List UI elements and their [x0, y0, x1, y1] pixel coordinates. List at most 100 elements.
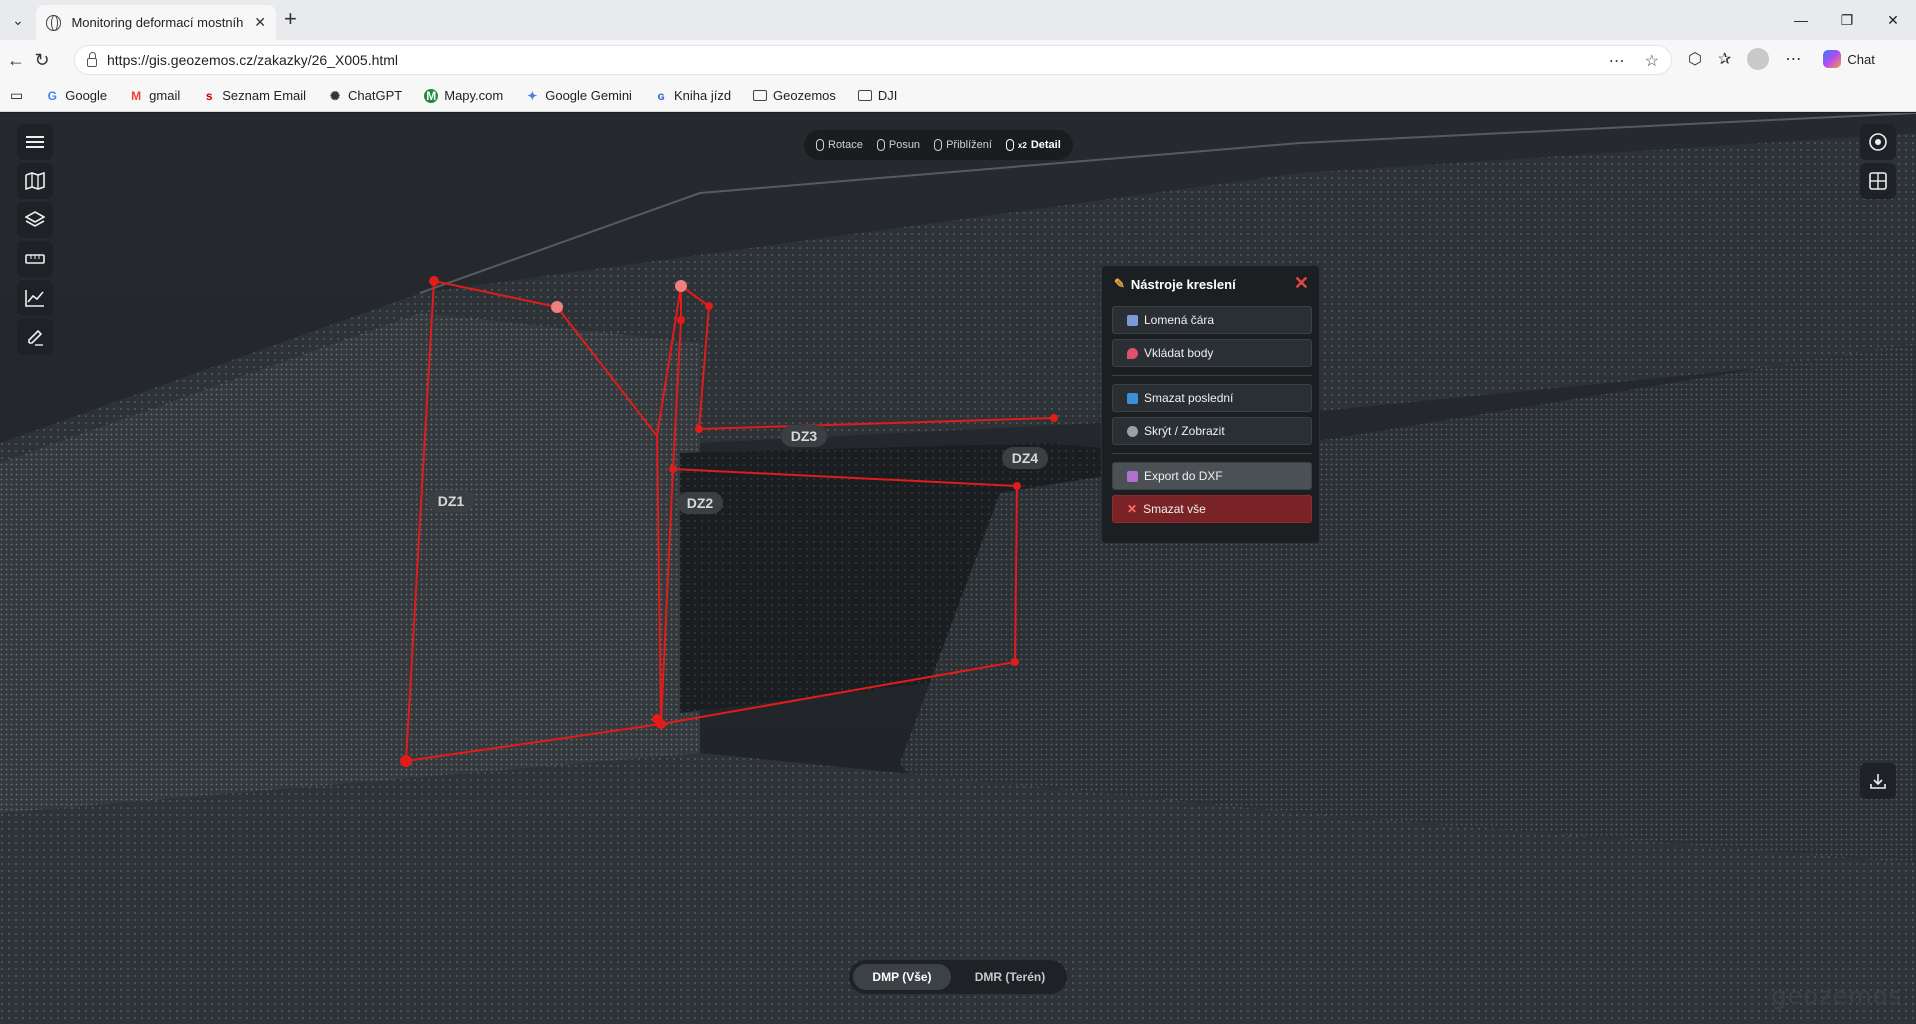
dmr-terrain-button[interactable]: DMR (Terén)	[957, 964, 1063, 990]
map-icon[interactable]	[17, 163, 53, 199]
chat-label: Chat	[1847, 51, 1875, 67]
zone-label-dz4: DZ4	[1012, 450, 1039, 466]
drawing-tools-panel: ✎ Nástroje kreslení ✕ Lomená čára Vkláda…	[1101, 265, 1320, 544]
vertex-point	[1011, 658, 1019, 666]
point-cloud-viewport[interactable]: DZ1 DZ2 DZ3 DZ4 Rotace Posun Přiblížení …	[0, 113, 1916, 1024]
window-controls: — ❐ ✕	[1778, 0, 1916, 40]
more-menu-icon[interactable]: ⋯	[1785, 49, 1801, 69]
vertex-point	[429, 276, 439, 286]
tab-close-icon[interactable]: ✕	[254, 14, 266, 31]
extensions-icon[interactable]: ⬡	[1688, 49, 1702, 69]
bookmark-label: ChatGPT	[348, 88, 403, 103]
mouse-icon	[816, 139, 824, 151]
close-window-icon[interactable]: ✕	[1870, 0, 1916, 40]
dmp-all-button[interactable]: DMP (Vše)	[853, 964, 951, 990]
bookmark-label: Kniha jízd	[673, 88, 732, 103]
bookmark-folder-geozemos[interactable]: Geozemos	[753, 88, 836, 103]
divider	[1112, 375, 1312, 376]
bookmark-label: Seznam Email	[222, 88, 307, 103]
download-icon[interactable]	[1860, 763, 1896, 799]
surface-model-toggle: DMP (Vše) DMR (Terén)	[849, 960, 1067, 994]
vertex-point	[551, 301, 563, 313]
reading-mode-icon[interactable]: ⋯	[1609, 51, 1625, 71]
add-points-button[interactable]: Vkládat body	[1112, 339, 1312, 367]
vertex-point	[656, 719, 666, 729]
layers-icon[interactable]	[17, 202, 53, 238]
undo-last-button[interactable]: Smazat poslední	[1112, 384, 1312, 412]
url-actions: ⋯ ☆	[1609, 51, 1659, 71]
bookmarks-toggle-icon[interactable]: ▭	[10, 87, 23, 104]
gemini-icon: ✦	[527, 88, 538, 103]
browser-tab-bar: ⌄ Monitoring deformací mostního o ✕ + — …	[0, 0, 1916, 40]
bookmark-label: Mapy.com	[444, 88, 504, 103]
back-arrow-icon[interactable]: ←	[4, 48, 28, 72]
close-icon[interactable]: ✕	[1294, 273, 1309, 294]
divider	[1112, 453, 1312, 454]
nav-mode-priblizeni[interactable]: Přiblížení	[934, 139, 992, 151]
undo-icon	[1127, 392, 1138, 404]
bookmark-chatgpt[interactable]: ✺ ChatGPT	[328, 88, 402, 103]
vertex-point	[1013, 482, 1021, 490]
locate-target-icon[interactable]	[1860, 124, 1896, 160]
lock-icon	[87, 51, 97, 67]
reload-icon[interactable]: ↻	[30, 48, 54, 72]
export-dxf-button[interactable]: Export do DXF	[1112, 462, 1312, 490]
mouse-icon	[934, 139, 943, 151]
folder-icon	[753, 90, 768, 101]
url-input[interactable]: https://gis.geozemos.cz/zakazky/26_X005.…	[74, 45, 1672, 75]
delete-all-button[interactable]: ✕ Smazat vše	[1112, 495, 1312, 523]
toggle-visibility-button[interactable]: Skrýt / Zobrazit	[1112, 417, 1312, 445]
folder-icon	[857, 90, 872, 101]
minimize-icon[interactable]: —	[1778, 0, 1824, 40]
polyline-button[interactable]: Lomená čára	[1112, 306, 1312, 334]
pin-icon	[1127, 347, 1138, 359]
pencil-icon: ✎	[1114, 276, 1125, 291]
vertex-point	[669, 465, 677, 473]
menu-hamburger-icon[interactable]	[17, 124, 53, 160]
chart-profile-icon[interactable]	[17, 280, 53, 316]
double-click-prefix: x2	[1017, 140, 1027, 150]
point-cloud-scene[interactable]: DZ1 DZ2 DZ3 DZ4	[0, 113, 1916, 1024]
grid-view-icon[interactable]	[1860, 163, 1896, 199]
browser-toolbar-right: ⬡ ✰ ⋯ Chat	[1688, 48, 1875, 70]
bookmark-google[interactable]: G Google	[45, 88, 108, 103]
vertex-point	[677, 316, 685, 324]
button-label: Lomená čára	[1144, 313, 1215, 327]
favorite-star-icon[interactable]: ☆	[1645, 51, 1659, 71]
zone-label-dz3: DZ3	[791, 428, 818, 444]
mouse-icon	[876, 139, 885, 151]
bookmark-label: Google	[65, 88, 108, 103]
zone-label-dz1: DZ1	[438, 493, 465, 509]
favorites-icon[interactable]: ✰	[1718, 49, 1731, 69]
bookmark-mapy[interactable]: M Mapy.com	[424, 88, 503, 103]
copilot-chat-button[interactable]: Chat	[1823, 50, 1875, 68]
copilot-icon	[1823, 50, 1842, 68]
button-label: Export do DXF	[1144, 469, 1223, 483]
browser-tab[interactable]: Monitoring deformací mostního o ✕	[36, 5, 276, 40]
ruler-icon[interactable]	[17, 241, 53, 277]
button-label: Vkládat body	[1144, 346, 1214, 360]
nav-mode-label: Posun	[888, 139, 921, 151]
kniha-icon: ɢ	[657, 88, 665, 103]
restore-icon[interactable]: ❐	[1824, 0, 1870, 40]
nav-mode-rotace[interactable]: Rotace	[816, 139, 863, 151]
url-text: https://gis.geozemos.cz/zakazky/26_X005.…	[107, 52, 399, 68]
pencil-draw-icon[interactable]	[17, 319, 53, 355]
profile-avatar[interactable]	[1747, 48, 1770, 70]
bookmark-seznam-email[interactable]: s Seznam Email	[202, 88, 306, 103]
navigation-mode-bar: Rotace Posun Přiblížení x2 Detail	[804, 130, 1073, 160]
bookmark-gemini[interactable]: ✦ Google Gemini	[525, 88, 632, 103]
nav-mode-label: Přiblížení	[946, 139, 992, 151]
globe-icon	[46, 14, 62, 31]
nav-mode-detail[interactable]: x2 Detail	[1005, 139, 1061, 151]
x-icon: ✕	[1127, 502, 1138, 516]
bookmark-folder-dji[interactable]: DJI	[857, 88, 897, 103]
nav-mode-posun[interactable]: Posun	[876, 139, 921, 151]
bookmark-kniha-jizd[interactable]: ɢ Kniha jízd	[654, 88, 731, 103]
new-tab-plus-icon[interactable]: +	[284, 7, 297, 31]
button-label: Skrýt / Zobrazit	[1144, 424, 1225, 438]
nav-mode-label: Detail	[1030, 139, 1061, 151]
bookmark-gmail[interactable]: Mgmail	[129, 88, 180, 103]
seznam-icon: s	[205, 88, 213, 103]
tab-list-chevron-icon[interactable]: ⌄	[6, 8, 30, 32]
